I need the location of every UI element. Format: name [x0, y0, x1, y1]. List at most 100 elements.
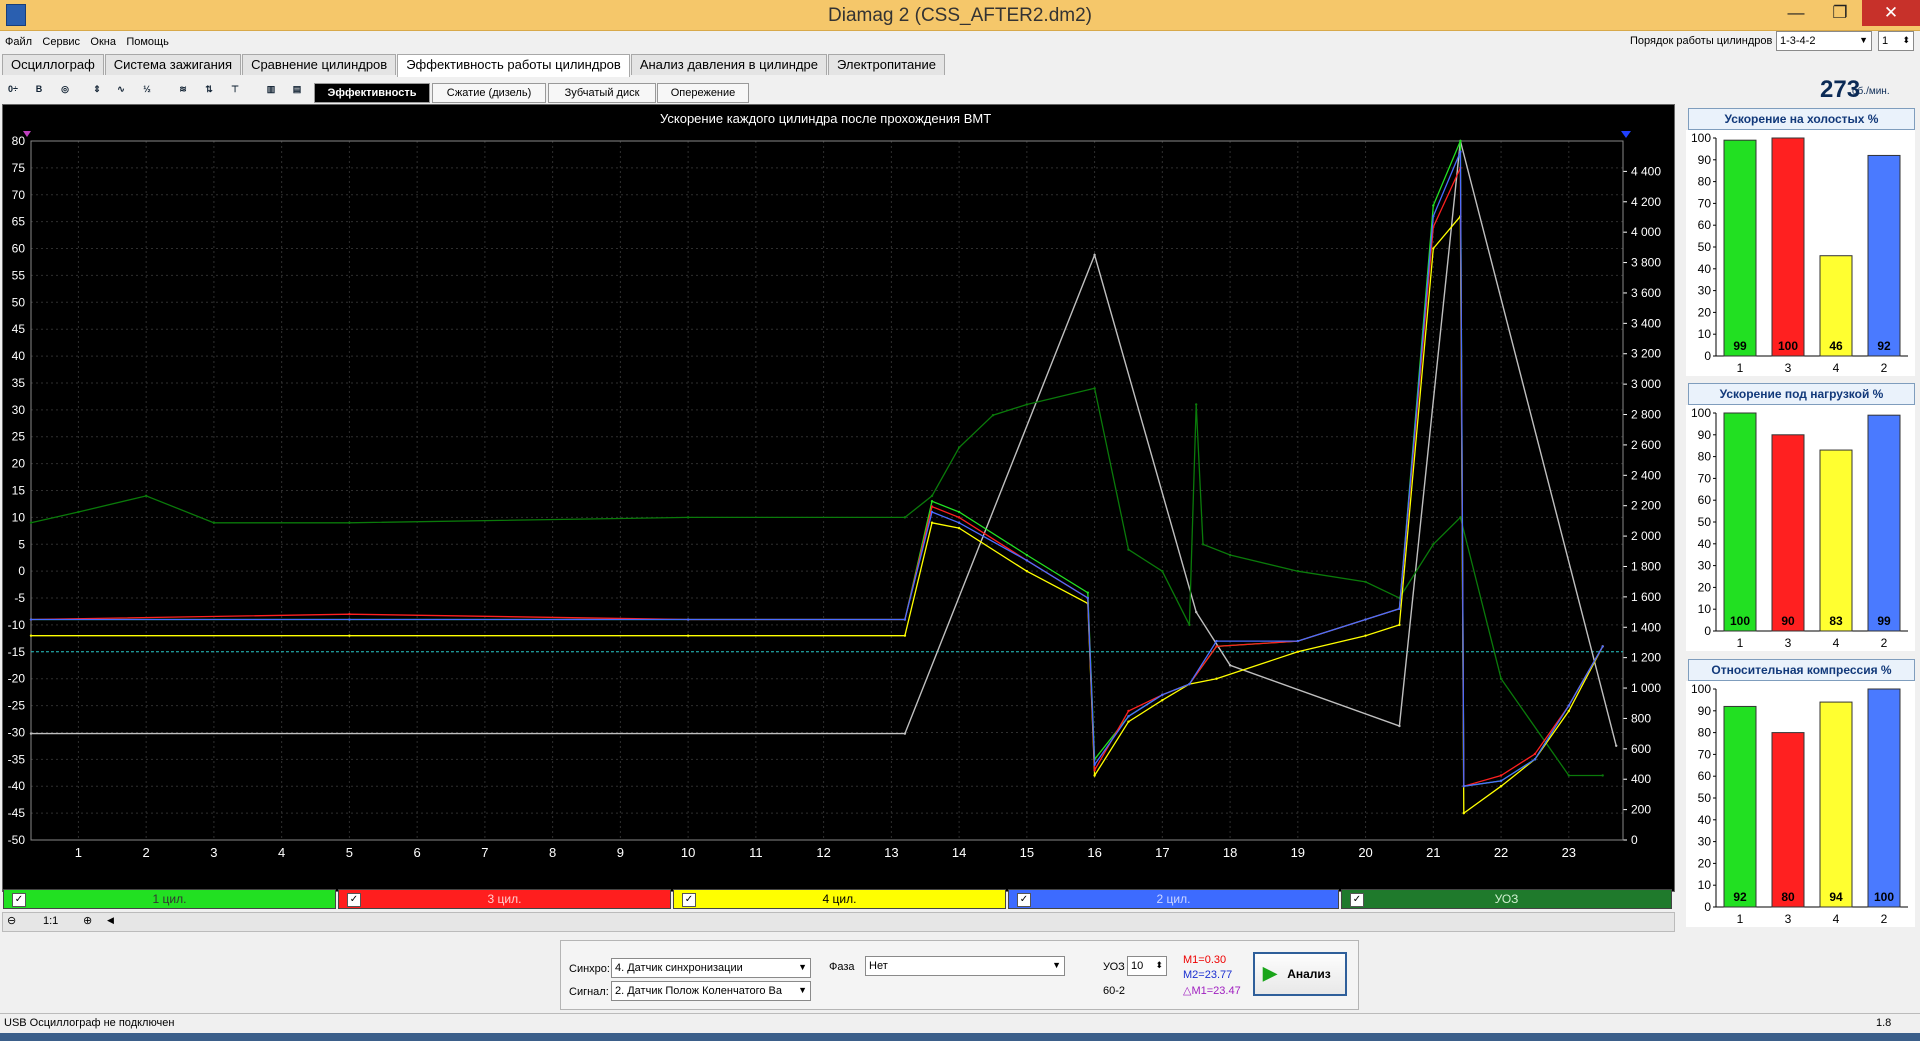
maximize-button[interactable]: ❐: [1818, 0, 1862, 26]
spin-value: 1: [1882, 35, 1889, 47]
cyl-order-spin[interactable]: 1 ⬍: [1878, 31, 1914, 51]
tab-oscilloscope[interactable]: Осциллограф: [2, 54, 104, 75]
zoom-out-icon[interactable]: ⊖: [7, 914, 16, 927]
tab-pressure-analysis[interactable]: Анализ давления в цилиндре: [630, 54, 827, 75]
data-point: [903, 516, 907, 519]
scale-icon[interactable]: ⇕: [88, 80, 106, 98]
bar-y-tick-label: 20: [1698, 305, 1712, 319]
play-icon: ▶: [1263, 963, 1277, 983]
data-point: [1601, 645, 1604, 648]
scroll-left-icon[interactable]: ◀: [107, 915, 114, 926]
rpm-icon[interactable]: ◎: [56, 80, 74, 98]
subtab-tooth-wheel[interactable]: Зубчатый диск: [548, 83, 656, 103]
tab-cylinder-compare[interactable]: Сравнение цилиндров: [242, 54, 397, 75]
half-icon[interactable]: ½: [138, 80, 156, 98]
data-point: [1432, 543, 1435, 546]
minimize-button[interactable]: —: [1774, 0, 1818, 26]
tab-ignition[interactable]: Система зажигания: [104, 54, 242, 75]
series-uoz-line: [30, 387, 1603, 777]
y2-tick-label: 4 000: [1631, 225, 1661, 239]
legend-cyl2[interactable]: ✓ 2 цил.: [1008, 889, 1339, 909]
bar-value-label: 92: [1877, 339, 1891, 353]
legend-cyl3[interactable]: ✓ 3 цил.: [338, 889, 671, 909]
x-tick-label: 14: [952, 845, 966, 860]
y-tick-label: 40: [12, 349, 26, 363]
phase-select[interactable]: Нет ▼: [865, 956, 1065, 976]
x-tick-label: 15: [1020, 845, 1034, 860]
data-point: [29, 618, 33, 621]
data-point: [903, 732, 907, 735]
bar-value-label: 90: [1781, 614, 1795, 628]
tab-cylinder-efficiency[interactable]: Эффективность работы цилиндров: [397, 54, 630, 77]
signal-select[interactable]: 2. Датчик Полож Коленчатого Ва ▼: [611, 981, 811, 1001]
markers-icon[interactable]: ⊤: [226, 80, 244, 98]
x-tick-label: 2: [143, 845, 150, 860]
legend-cyl1-label: 1 цил.: [152, 892, 187, 906]
horizontal-scrollbar[interactable]: ⊖ 1:1 ⊕ ◀: [2, 912, 1675, 932]
y2-tick-label: 3 200: [1631, 347, 1661, 361]
chevron-down-icon: ▼: [1052, 960, 1061, 970]
bar-value-label: 94: [1829, 890, 1843, 904]
bold-icon[interactable]: B: [30, 80, 48, 98]
legend-cyl1[interactable]: ✓ 1 цил.: [3, 889, 336, 909]
bars-icon[interactable]: ▥: [262, 80, 280, 98]
window-title: Diamag 2 (CSS_AFTER2.dm2): [828, 5, 1092, 26]
x-tick-label: 5: [346, 845, 353, 860]
trend-icon[interactable]: ∿: [112, 80, 130, 98]
sync-select[interactable]: 4. Датчик синхронизации ▼: [611, 958, 811, 978]
series-cyl4-line: [31, 214, 1604, 815]
data-point: [1201, 543, 1205, 546]
uoz-spin[interactable]: 10 ⬍: [1127, 956, 1167, 976]
status-text: USB Осциллограф не подключен: [4, 1017, 175, 1029]
tab-power[interactable]: Электропитание: [827, 54, 945, 75]
legend-cyl4[interactable]: ✓ 4 цил.: [673, 889, 1006, 909]
x-tick-label: 4: [278, 845, 285, 860]
data-point: [930, 510, 934, 514]
close-button[interactable]: ✕: [1862, 0, 1920, 26]
marker-m1: M1=0.30: [1183, 954, 1227, 966]
data-point: [1398, 623, 1401, 627]
checkbox-uoz[interactable]: ✓: [1350, 893, 1364, 907]
y-tick-label: -25: [8, 699, 26, 713]
y-tick-label: -35: [8, 752, 26, 766]
zero-offset-icon[interactable]: 0÷: [4, 80, 22, 98]
data-point: [1215, 677, 1218, 680]
main-tabs: Осциллограф Система зажигания Сравнение ци…: [2, 54, 946, 77]
checkbox-cyl3[interactable]: ✓: [347, 893, 361, 907]
data-point: [1533, 758, 1537, 761]
y2-tick-label: 4 200: [1631, 195, 1661, 209]
menu-service[interactable]: Сервис: [42, 36, 80, 48]
legend-cyl2-label: 2 цил.: [1156, 892, 1191, 906]
subtab-compression[interactable]: Сжатие (дизель): [432, 83, 546, 103]
analyze-button[interactable]: ▶ Анализ: [1253, 952, 1347, 996]
legend-uoz[interactable]: ✓ УОЗ: [1341, 889, 1672, 909]
cyl-order-select[interactable]: 1-3-4-2 ▼: [1776, 31, 1872, 51]
marker-right-icon[interactable]: [1621, 131, 1631, 138]
bar-y-tick-label: 80: [1698, 450, 1712, 464]
series-cyl2-line: [31, 151, 1604, 787]
menu-file[interactable]: Файл: [5, 36, 32, 48]
menu-windows[interactable]: Окна: [90, 36, 116, 48]
bar-value-label: 99: [1877, 614, 1891, 628]
data-point: [1093, 253, 1096, 257]
x-tick-label: 7: [481, 845, 488, 860]
chevron-down-icon: ▼: [1859, 35, 1868, 45]
subtab-efficiency[interactable]: Эффективность: [314, 83, 430, 103]
bar-value-label: 100: [1874, 890, 1894, 904]
bar-category-label: 3: [1785, 912, 1792, 926]
bar-y-tick-label: 20: [1698, 856, 1712, 870]
checkbox-cyl1[interactable]: ✓: [12, 893, 26, 907]
zoom-in-icon[interactable]: ⊕: [83, 914, 92, 927]
data-point: [1615, 744, 1618, 747]
counter-icon[interactable]: ⇅: [200, 80, 218, 98]
bar-y-tick-label: 60: [1698, 493, 1712, 507]
main-chart[interactable]: 80 75 70 65 60 55 50 45 40 35 30 25 20 15 10 5 0 -5 -10 -15…: [2, 104, 1675, 892]
checkbox-cyl2[interactable]: ✓: [1017, 893, 1031, 907]
filter-icon[interactable]: ≋: [174, 80, 192, 98]
bar-category-label: 2: [1881, 636, 1888, 650]
subtab-advance[interactable]: Опережение: [657, 83, 749, 103]
bars-red-icon[interactable]: ▤: [288, 80, 306, 98]
menu-help[interactable]: Помощь: [126, 36, 169, 48]
checkbox-cyl4[interactable]: ✓: [682, 893, 696, 907]
x-tick-label: 20: [1358, 845, 1372, 860]
